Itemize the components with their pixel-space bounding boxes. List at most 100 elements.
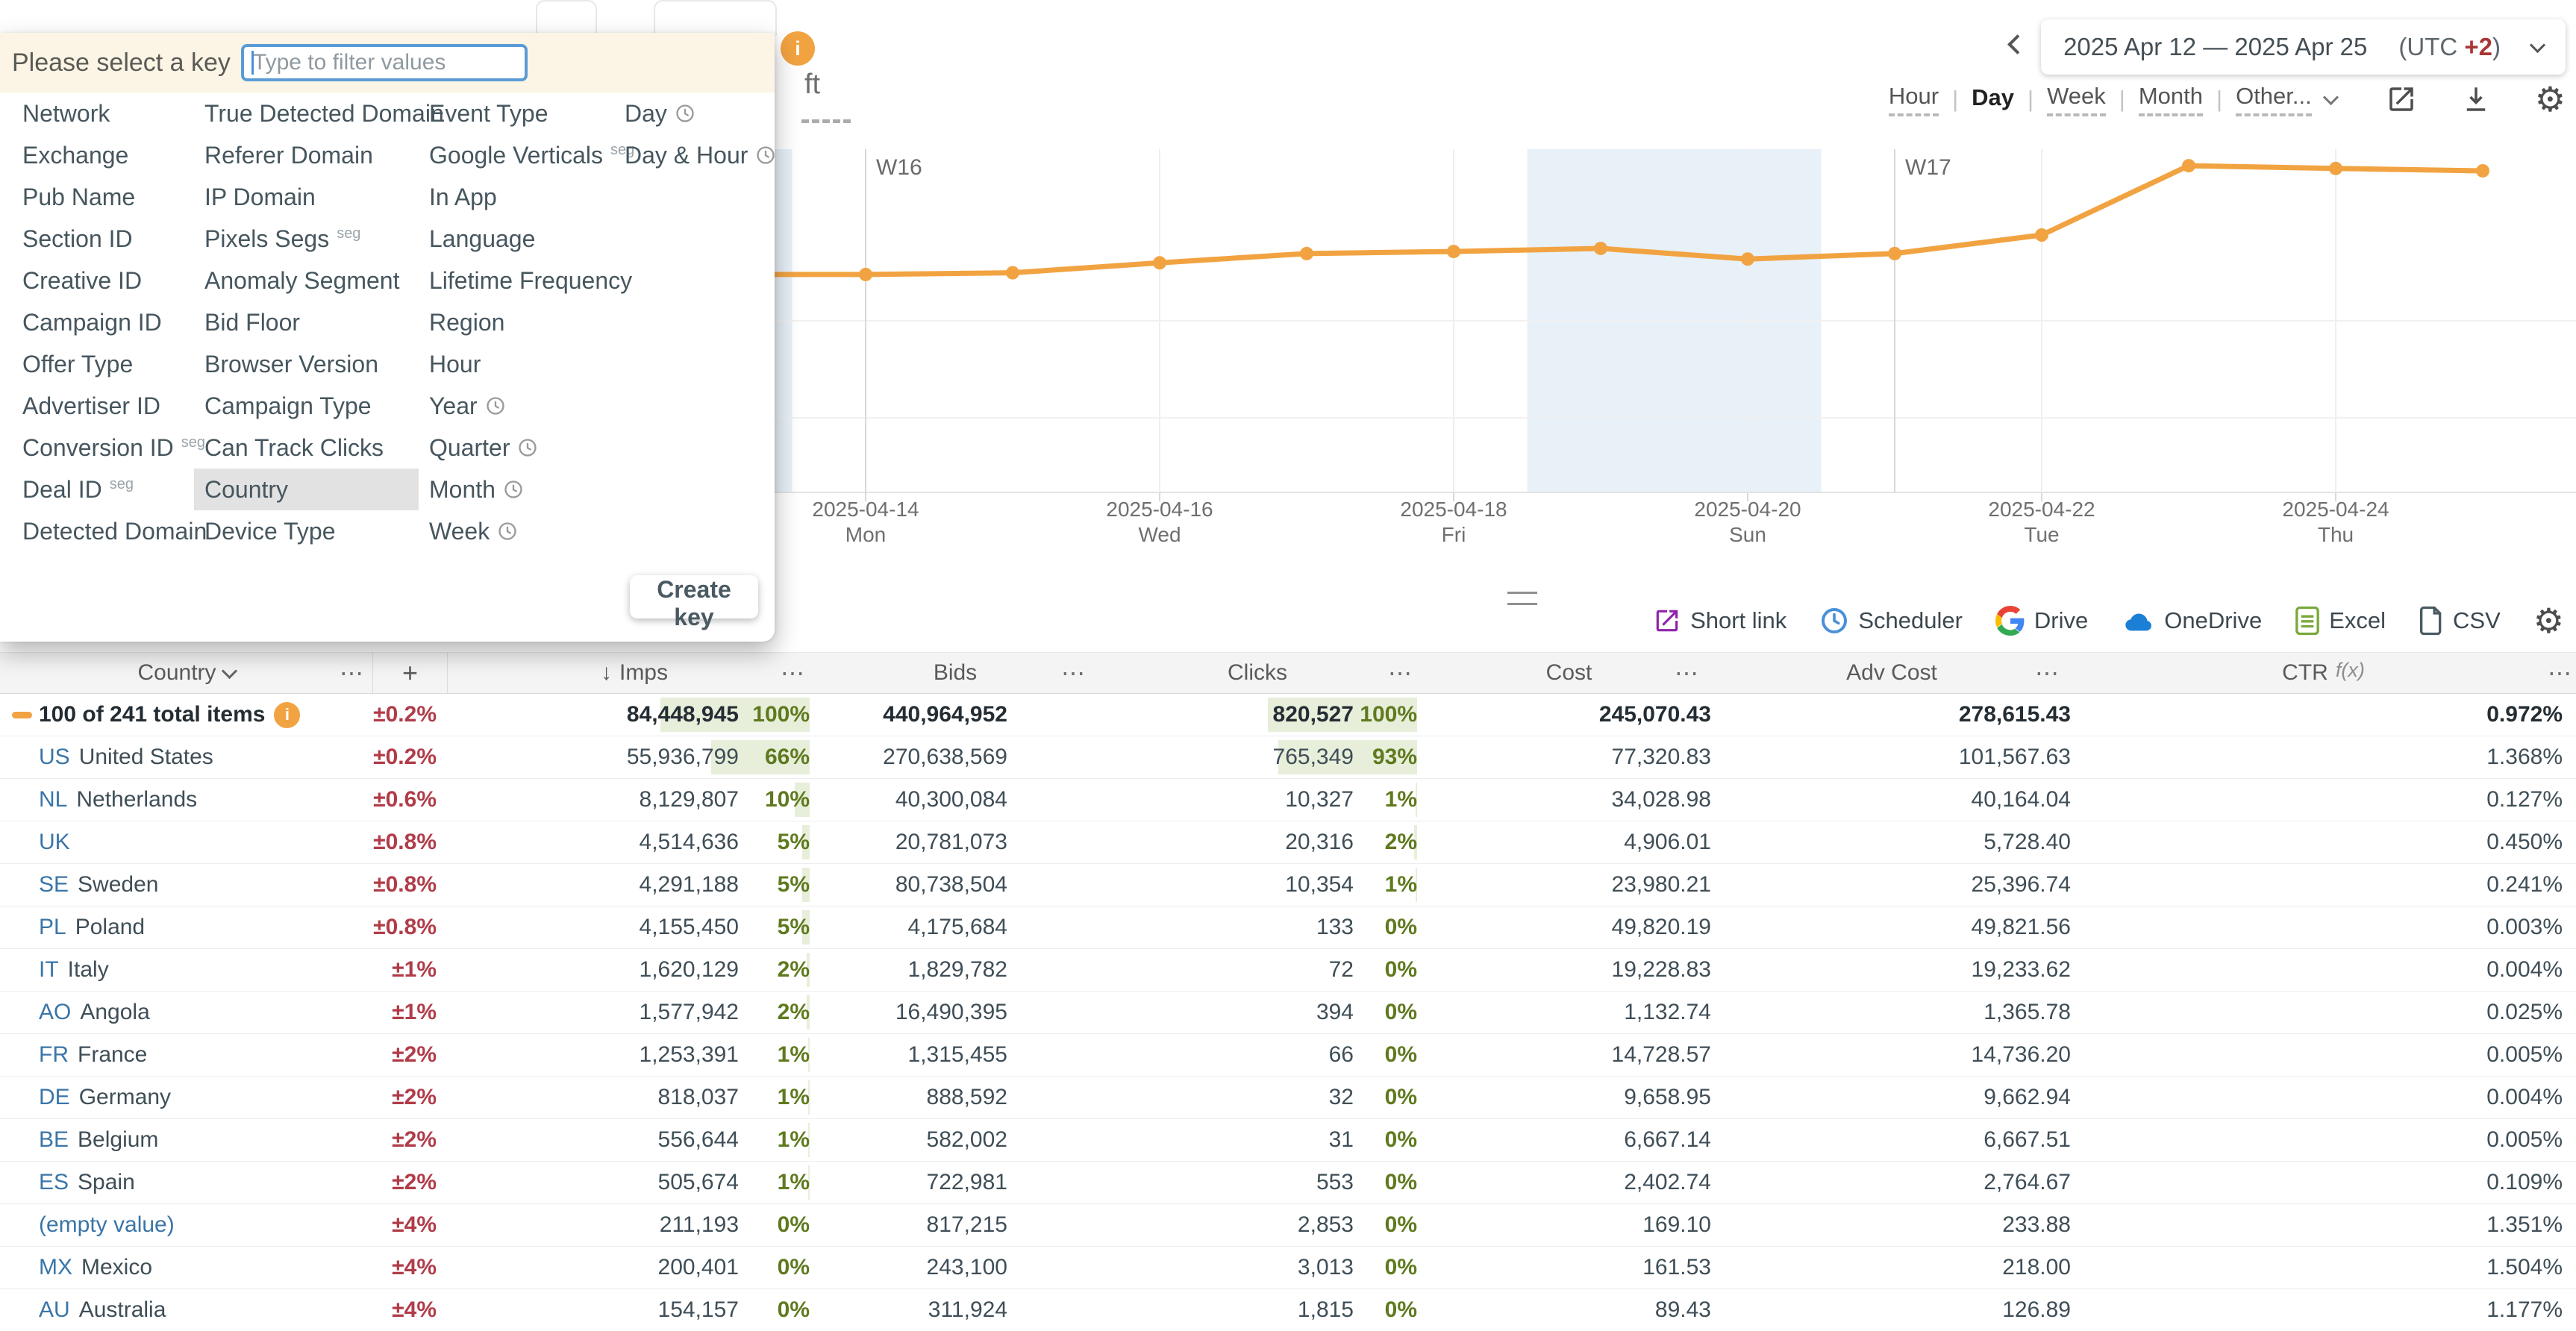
granularity-day[interactable]: Day [1972,84,2014,115]
data-point[interactable] [2476,164,2489,178]
key-item-advertiser-id[interactable]: Advertiser ID [12,385,194,427]
key-item-creative-id[interactable]: Creative ID [12,260,194,301]
key-item-language[interactable]: Language [419,218,614,260]
key-item-lifetime-frequency[interactable]: Lifetime Frequency [419,260,614,301]
table-row[interactable]: MXMexico±4%200,4010%243,1003,0130%161.53… [0,1246,2576,1288]
key-item-hour[interactable]: Hour [419,343,614,385]
chevron-down-icon[interactable] [2323,89,2339,104]
key-item-conversion-id[interactable]: Conversion IDseg [12,427,194,469]
table-row[interactable]: UK±0.8%4,514,6365%20,781,07320,3162%4,90… [0,821,2576,863]
column-header-clicks[interactable]: Clicks ⋯ [1090,653,1425,693]
data-point[interactable] [1447,245,1460,258]
column-menu-icon[interactable]: ⋯ [2035,659,2059,687]
panel-resize-handle[interactable] [1507,592,1537,605]
key-item-day-hour[interactable]: Day & Hour [614,134,763,176]
column-menu-icon[interactable]: ⋯ [1388,659,1412,687]
column-header-country[interactable]: Country ⋯ [0,653,373,693]
data-point[interactable] [2035,228,2048,242]
data-point[interactable] [1594,242,1607,255]
key-item-region[interactable]: Region [419,301,614,343]
open-in-new-icon[interactable] [2386,84,2417,115]
drive-export-button[interactable]: Drive [1995,606,2088,636]
table-row[interactable]: PLPoland±0.8%4,155,4505%4,175,6841330%49… [0,906,2576,948]
excel-export-button[interactable]: Excel [2295,606,2386,636]
granularity-hour[interactable]: Hour [1889,83,1939,116]
key-item-day[interactable]: Day [614,93,763,134]
key-item-offer-type[interactable]: Offer Type [12,343,194,385]
short-link-button[interactable]: Short link [1653,607,1786,635]
key-item-quarter[interactable]: Quarter [419,427,614,469]
key-item-campaign-type[interactable]: Campaign Type [194,385,419,427]
column-header-ctr[interactable]: CTRf(x) ⋯ [2071,653,2576,693]
onedrive-export-button[interactable]: OneDrive [2121,606,2262,636]
data-point[interactable] [1153,256,1166,269]
key-item-country[interactable]: Country [194,469,419,510]
prev-period-button[interactable] [2006,33,2029,60]
key-item-week[interactable]: Week [419,510,614,552]
column-menu-icon[interactable]: ⋯ [340,659,363,687]
key-item-bid-floor[interactable]: Bid Floor [194,301,419,343]
key-item-month[interactable]: Month [419,469,614,510]
key-item-event-type[interactable]: Event Type [419,93,614,134]
data-point[interactable] [2182,159,2195,172]
key-item-true-detected-domain[interactable]: True Detected Domain [194,93,419,134]
key-item-pub-name[interactable]: Pub Name [12,176,194,218]
column-menu-icon[interactable]: ⋯ [1675,659,1698,687]
key-item-browser-version[interactable]: Browser Version [194,343,419,385]
key-item-pixels-segs[interactable]: Pixels Segsseg [194,218,419,260]
data-point[interactable] [2329,162,2342,175]
download-icon[interactable] [2460,84,2492,115]
key-item-section-id[interactable]: Section ID [12,218,194,260]
key-item-ip-domain[interactable]: IP Domain [194,176,419,218]
column-header-bids[interactable]: Bids ⋯ [821,653,1090,693]
data-point[interactable] [1006,266,1019,280]
data-point[interactable] [1888,247,1901,260]
column-header-cost[interactable]: Cost ⋯ [1425,653,1713,693]
column-header-adv-cost[interactable]: Adv Cost ⋯ [1713,653,2071,693]
column-menu-icon[interactable]: ⋯ [2548,659,2572,687]
key-item-network[interactable]: Network [12,93,194,134]
chart-settings-gear-icon[interactable]: ⚙ [2535,82,2566,116]
table-row[interactable]: (empty value)±4%211,1930%817,2152,8530%1… [0,1203,2576,1246]
data-point[interactable] [1741,252,1754,266]
table-row[interactable]: FRFrance±2%1,253,3911%1,315,455660%14,72… [0,1033,2576,1076]
table-row[interactable]: DEGermany±2%818,0371%888,592320%9,658.95… [0,1076,2576,1118]
table-row[interactable]: AUAustralia±4%154,1570%311,9241,8150%89.… [0,1288,2576,1331]
data-point[interactable] [859,268,872,281]
scheduler-button[interactable]: Scheduler [1819,606,1963,636]
key-item-year[interactable]: Year [419,385,614,427]
key-item-referer-domain[interactable]: Referer Domain [194,134,419,176]
key-item-exchange[interactable]: Exchange [12,134,194,176]
collapse-dash-icon[interactable] [12,712,32,718]
granularity-other[interactable]: Other... [2236,83,2312,116]
column-header-imps[interactable]: ↓ Imps ⋯ [448,653,821,693]
key-item-detected-domain[interactable]: Detected Domain [12,510,194,552]
column-menu-icon[interactable]: ⋯ [1061,659,1085,687]
create-key-button[interactable]: Create key [630,575,758,618]
table-settings-gear-icon[interactable]: ⚙ [2533,604,2564,638]
table-row[interactable]: NLNetherlands±0.6%8,129,80710%40,300,084… [0,778,2576,821]
key-item-anomaly-segment[interactable]: Anomaly Segment [194,260,419,301]
table-row[interactable]: BEBelgium±2%556,6441%582,002310%6,667.14… [0,1118,2576,1161]
key-item-device-type[interactable]: Device Type [194,510,419,552]
data-point[interactable] [1300,247,1313,260]
granularity-week[interactable]: Week [2047,83,2106,116]
info-icon[interactable]: i [274,702,300,728]
date-range-picker[interactable]: 2025 Apr 12 — 2025 Apr 25 (UTC +2) [2041,19,2566,75]
add-column-button[interactable]: + [373,653,448,693]
csv-export-button[interactable]: CSV [2419,606,2501,636]
table-row[interactable]: USUnited States±0.2%55,936,79966%270,638… [0,736,2576,778]
granularity-month[interactable]: Month [2139,83,2203,116]
key-item-google-verticals[interactable]: Google Verticalsseg [419,134,614,176]
info-icon[interactable]: i [781,31,815,66]
table-row[interactable]: ITItaly±1%1,620,1292%1,829,782720%19,228… [0,948,2576,991]
key-item-in-app[interactable]: In App [419,176,614,218]
table-row[interactable]: SESweden±0.8%4,291,1885%80,738,50410,354… [0,863,2576,906]
table-row[interactable]: ESSpain±2%505,6741%722,9815530%2,402.742… [0,1161,2576,1203]
key-item-deal-id[interactable]: Deal IDseg [12,469,194,510]
column-menu-icon[interactable]: ⋯ [781,659,804,687]
key-item-can-track-clicks[interactable]: Can Track Clicks [194,427,419,469]
table-row[interactable]: AOAngola±1%1,577,9422%16,490,3953940%1,1… [0,991,2576,1033]
key-filter-input[interactable] [241,44,528,81]
table-row-total[interactable]: 100 of 241 total itemsi±0.2%84,448,94510… [0,694,2576,736]
